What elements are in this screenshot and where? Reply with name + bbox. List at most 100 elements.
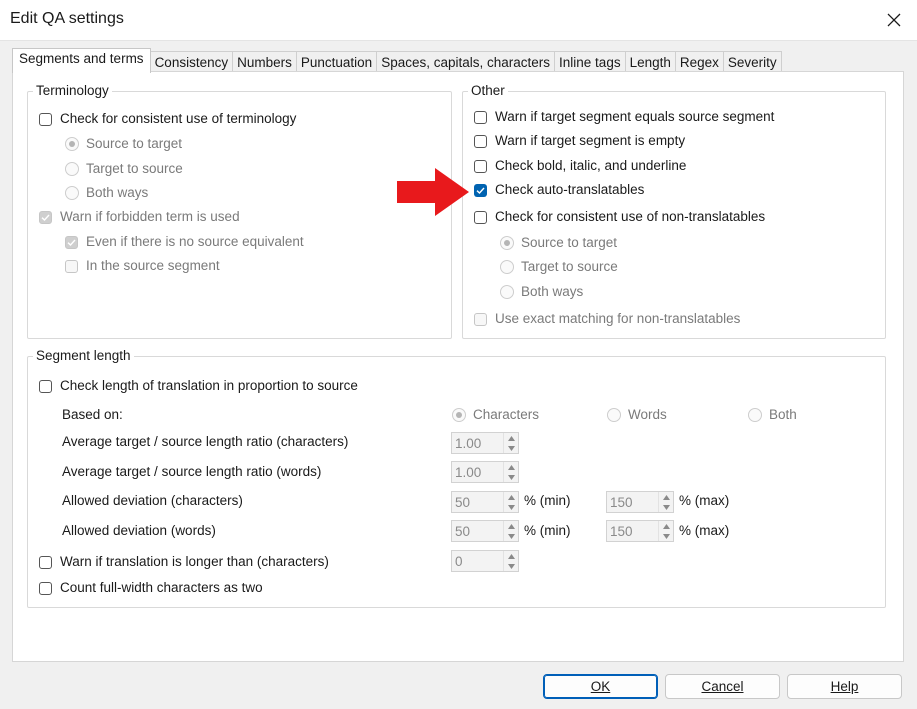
check-bold-italic-underline-label: Check bold, italic, and underline [495, 158, 687, 173]
terminology-radio-both-ways[interactable] [65, 186, 79, 200]
warn-equals-source-checkbox[interactable] [474, 111, 487, 124]
check-consistent-terminology-checkbox[interactable] [39, 113, 52, 126]
checkmark-icon [476, 187, 485, 194]
warn-empty-checkbox[interactable] [474, 135, 487, 148]
spin-up-icon[interactable] [504, 521, 518, 531]
terminology-both-ways-label: Both ways [86, 185, 149, 200]
check-auto-translatables-label: Check auto-translatables [495, 182, 645, 197]
spin-up-icon[interactable] [504, 551, 518, 561]
deviation-words-max-value: 150 [610, 524, 633, 539]
warn-longer-label: Warn if translation is longer than (char… [60, 554, 329, 569]
segment-length-group-label: Segment length [33, 348, 134, 363]
other-source-to-target-label: Source to target [521, 235, 618, 250]
warn-forbidden-term-checkbox[interactable] [39, 211, 52, 224]
warn-empty-label: Warn if target segment is empty [495, 133, 686, 148]
terminology-radio-source-to-target[interactable] [65, 137, 79, 151]
window-title: Edit QA settings [10, 10, 124, 27]
avg-ratio-words-value: 1.00 [455, 465, 482, 480]
deviation-words-max-suffix: % (max) [679, 523, 730, 538]
other-radio-source-to-target[interactable] [500, 236, 514, 250]
based-on-radio-both[interactable] [748, 408, 762, 422]
warn-forbidden-term-label: Warn if forbidden term is used [60, 209, 240, 224]
deviation-words-min-spinner[interactable]: 50 [451, 520, 519, 542]
use-exact-matching-checkbox[interactable] [474, 313, 487, 326]
check-length-proportion-label: Check length of translation in proportio… [60, 378, 358, 393]
spin-down-icon[interactable] [659, 531, 673, 541]
deviation-characters-min-spinner[interactable]: 50 [451, 491, 519, 513]
check-auto-translatables-checkbox[interactable] [474, 184, 487, 197]
deviation-characters-max-value: 150 [610, 495, 633, 510]
check-non-translatables-checkbox[interactable] [474, 211, 487, 224]
tab-strip: Segments and terms Consistency Numbers P… [12, 48, 782, 74]
deviation-characters-label: Allowed deviation (characters) [62, 493, 243, 508]
avg-ratio-words-label: Average target / source length ratio (wo… [62, 464, 322, 479]
other-radio-both-ways[interactable] [500, 285, 514, 299]
spin-down-icon[interactable] [504, 561, 518, 571]
check-non-translatables-label: Check for consistent use of non-translat… [495, 209, 766, 224]
deviation-characters-max-spinner[interactable]: 150 [606, 491, 674, 513]
spin-down-icon[interactable] [504, 502, 518, 512]
spin-up-icon[interactable] [504, 462, 518, 472]
count-fullwidth-checkbox[interactable] [39, 582, 52, 595]
based-on-radio-characters[interactable] [452, 408, 466, 422]
based-on-radio-words[interactable] [607, 408, 621, 422]
based-on-label: Based on: [62, 407, 123, 422]
warn-equals-source-label: Warn if target segment equals source seg… [495, 109, 775, 124]
close-button[interactable] [870, 0, 917, 40]
other-both-ways-label: Both ways [521, 284, 584, 299]
help-button[interactable]: Help [787, 674, 902, 699]
other-target-to-source-label: Target to source [521, 259, 618, 274]
checkmark-icon [67, 239, 76, 246]
close-icon [887, 13, 900, 27]
other-group-label: Other [468, 83, 508, 98]
spin-up-icon[interactable] [659, 492, 673, 502]
warn-longer-value: 0 [455, 554, 463, 569]
deviation-characters-min-value: 50 [455, 495, 471, 510]
in-source-segment-label: In the source segment [86, 258, 220, 273]
tab-segments-and-terms[interactable]: Segments and terms [12, 48, 151, 73]
spin-down-icon[interactable] [504, 472, 518, 482]
check-consistent-terminology-label: Check for consistent use of terminology [60, 111, 297, 126]
deviation-words-label: Allowed deviation (words) [62, 523, 216, 538]
check-bold-italic-underline-checkbox[interactable] [474, 160, 487, 173]
spin-up-icon[interactable] [504, 433, 518, 443]
spin-up-icon[interactable] [504, 492, 518, 502]
cancel-button[interactable]: Cancel [665, 674, 780, 699]
spin-down-icon[interactable] [504, 443, 518, 453]
count-fullwidth-label: Count full-width characters as two [60, 580, 263, 595]
based-on-characters-label: Characters [473, 407, 540, 422]
deviation-words-min-suffix: % (min) [524, 523, 571, 538]
spin-down-icon[interactable] [659, 502, 673, 512]
check-length-proportion-checkbox[interactable] [39, 380, 52, 393]
cancel-button-label: Cancel [701, 679, 744, 694]
title-bar [0, 0, 917, 41]
even-if-no-source-checkbox[interactable] [65, 236, 78, 249]
deviation-words-min-value: 50 [455, 524, 471, 539]
checkmark-icon [41, 214, 50, 221]
avg-ratio-words-spinner[interactable]: 1.00 [451, 461, 519, 483]
deviation-words-max-spinner[interactable]: 150 [606, 520, 674, 542]
avg-ratio-characters-value: 1.00 [455, 436, 482, 451]
based-on-both-label: Both [769, 407, 797, 422]
spin-up-icon[interactable] [659, 521, 673, 531]
terminology-source-to-target-label: Source to target [86, 136, 183, 151]
spin-down-icon[interactable] [504, 531, 518, 541]
warn-longer-checkbox[interactable] [39, 556, 52, 569]
deviation-characters-max-suffix: % (max) [679, 493, 730, 508]
avg-ratio-characters-spinner[interactable]: 1.00 [451, 432, 519, 454]
terminology-radio-target-to-source[interactable] [65, 162, 79, 176]
ok-button-label: OK [590, 679, 611, 694]
terminology-target-to-source-label: Target to source [86, 161, 183, 176]
other-radio-target-to-source[interactable] [500, 260, 514, 274]
in-source-segment-checkbox[interactable] [65, 260, 78, 273]
deviation-characters-min-suffix: % (min) [524, 493, 571, 508]
red-arrow-icon [397, 168, 469, 216]
even-if-no-source-label: Even if there is no source equivalent [86, 234, 304, 249]
warn-longer-spinner[interactable]: 0 [451, 550, 519, 572]
help-button-label: Help [830, 679, 859, 694]
use-exact-matching-label: Use exact matching for non-translatables [495, 311, 741, 326]
based-on-words-label: Words [628, 407, 667, 422]
ok-button[interactable]: OK [543, 674, 658, 699]
avg-ratio-characters-label: Average target / source length ratio (ch… [62, 434, 349, 449]
terminology-group-label: Terminology [33, 83, 112, 98]
